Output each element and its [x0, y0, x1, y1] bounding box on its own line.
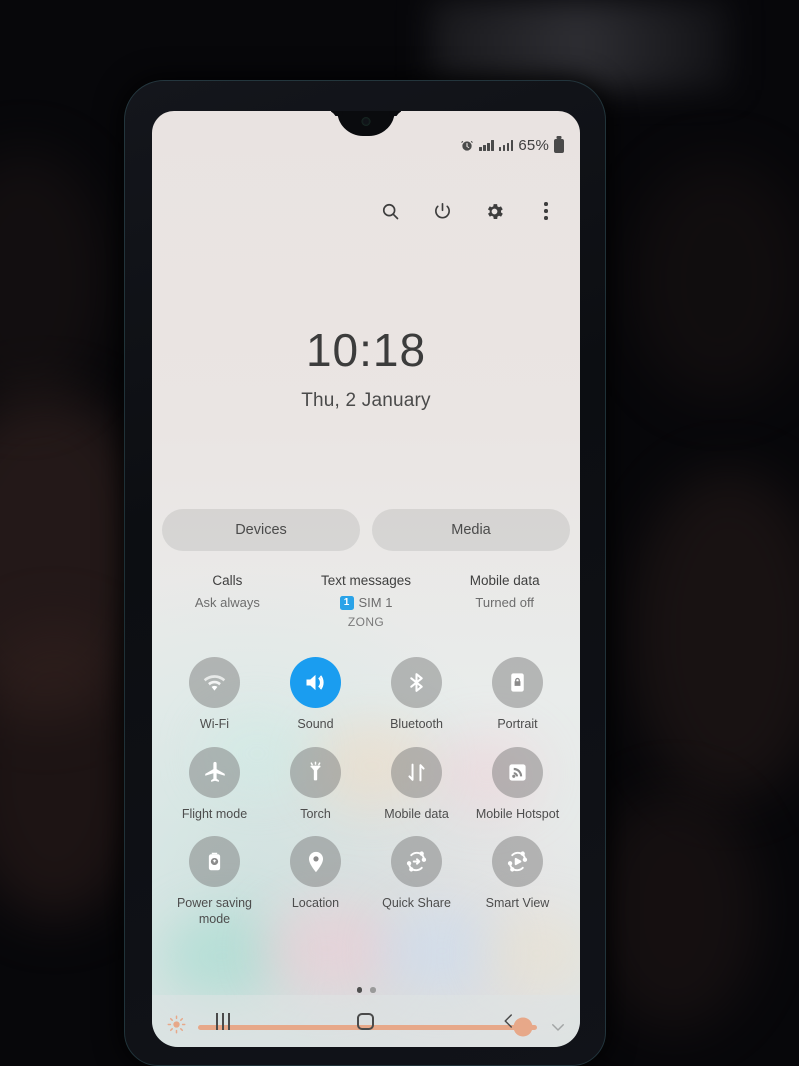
page-dot[interactable]: [370, 987, 376, 993]
smart-view-icon: [492, 836, 543, 888]
background-hand-right: [589, 790, 759, 1030]
sim-info-value: 1 SIM 1: [297, 595, 436, 610]
quick-share-icon: [391, 836, 442, 888]
background-hand-right: [629, 160, 799, 400]
airplane-icon: [189, 746, 240, 798]
status-bar: 65%: [460, 137, 564, 154]
battery-percent: 65%: [518, 137, 549, 154]
toggle-label: Smart View: [485, 896, 550, 911]
recents-button[interactable]: [202, 1004, 244, 1038]
phone-screen: 65% 10:18 Thu, 2 January Devices Media C…: [152, 111, 580, 1047]
toggle-flight-mode[interactable]: Flight mode: [164, 746, 265, 823]
power-saving-icon: [189, 836, 240, 888]
home-button[interactable]: [345, 1004, 387, 1038]
home-icon: [357, 1012, 375, 1030]
toggle-smart-view[interactable]: Smart View: [467, 836, 568, 927]
toggle-power-saving-mode[interactable]: Power saving mode: [164, 836, 265, 927]
waterdrop-notch: [337, 111, 395, 136]
background-hand-left: [0, 150, 110, 410]
hotspot-icon: [492, 746, 543, 798]
rotation-lock-icon: [492, 657, 543, 708]
toggle-mobile-data[interactable]: Mobile data: [366, 746, 467, 823]
flashlight-icon: [290, 746, 341, 798]
front-camera-icon: [361, 117, 371, 126]
toggle-label: Location: [291, 896, 340, 911]
toggle-bluetooth[interactable]: Bluetooth: [366, 657, 467, 733]
background-light-streak: [430, 0, 730, 90]
back-button[interactable]: [488, 1004, 530, 1038]
power-icon[interactable]: [430, 199, 454, 223]
toggle-label: Torch: [300, 806, 331, 821]
sim-info-value: Turned off: [435, 595, 574, 610]
photo-of-phone-scene: 65% 10:18 Thu, 2 January Devices Media C…: [0, 0, 799, 1066]
toggle-wifi[interactable]: Wi-Fi: [164, 657, 265, 733]
back-icon: [504, 1014, 512, 1028]
recents-icon: [216, 1012, 231, 1030]
sim-info-calls[interactable]: Calls Ask always: [158, 573, 297, 629]
toggle-label: Portrait: [497, 717, 538, 731]
toggle-label: Power saving mode: [176, 896, 253, 926]
toggle-mobile-hotspot[interactable]: Mobile Hotspot: [467, 746, 568, 823]
toggle-quick-share[interactable]: Quick Share: [366, 836, 467, 927]
bluetooth-icon: [391, 657, 442, 708]
mobile-data-icon: [391, 746, 442, 798]
quick-settings-grid: Wi-Fi Sound Bluetooth Portrait Flight mo…: [164, 657, 568, 928]
signal-bars-icon: [479, 140, 494, 151]
alarm-icon: [460, 139, 474, 153]
sim-info-label: Mobile data: [469, 573, 540, 588]
toggle-label: Quick Share: [382, 896, 451, 911]
sim-info-label: Text messages: [320, 573, 412, 588]
toggle-label: Mobile Hotspot: [475, 806, 560, 821]
sim-number-badge: 1: [339, 595, 354, 610]
sound-icon: [290, 657, 341, 708]
clock-block: 10:18 Thu, 2 January: [152, 327, 580, 412]
toggle-label: Bluetooth: [390, 717, 443, 731]
wifi-icon: [189, 657, 240, 708]
media-pill[interactable]: Media: [372, 509, 570, 551]
toggle-location[interactable]: Location: [265, 836, 366, 927]
toggle-torch[interactable]: Torch: [265, 746, 366, 823]
toggle-label: Sound: [297, 717, 334, 731]
search-icon[interactable]: [378, 199, 402, 223]
sim-info-row: Calls Ask always Text messages 1 SIM 1 Z…: [158, 573, 574, 629]
sim-info-mobile-data[interactable]: Mobile data Turned off: [435, 573, 574, 629]
location-pin-icon: [290, 836, 341, 888]
toggle-sound[interactable]: Sound: [265, 657, 366, 733]
toggle-label: Wi-Fi: [199, 717, 230, 731]
toggle-label: Flight mode: [181, 806, 248, 821]
sim-info-value-text: Turned off: [475, 595, 534, 610]
signal-bars-icon: [498, 140, 514, 151]
phone-device: 65% 10:18 Thu, 2 January Devices Media C…: [124, 80, 606, 1066]
sim-info-value: Ask always: [158, 595, 297, 610]
sim-info-label: Calls: [212, 573, 243, 588]
carrier-name: ZONG: [347, 615, 385, 629]
gear-icon[interactable]: [482, 199, 506, 223]
toggle-portrait[interactable]: Portrait: [467, 657, 568, 733]
page-indicator: [152, 987, 580, 993]
sim-info-value-text: SIM 1: [358, 595, 393, 610]
clock-time: 10:18: [305, 324, 427, 376]
background-hand-right: [629, 470, 799, 800]
sim-info-value-text: Ask always: [194, 595, 260, 610]
panel-pills: Devices Media: [162, 509, 570, 551]
toggle-label: Mobile data: [384, 806, 449, 821]
navigation-bar: [152, 995, 580, 1047]
sim-info-text-messages[interactable]: Text messages 1 SIM 1 ZONG: [297, 573, 436, 629]
battery-icon: [554, 138, 564, 153]
devices-pill[interactable]: Devices: [162, 509, 360, 551]
quick-panel-actions: [378, 199, 558, 223]
more-options-icon[interactable]: [534, 199, 558, 223]
clock-date: Thu, 2 January: [301, 390, 431, 411]
page-dot-active[interactable]: [356, 987, 362, 993]
